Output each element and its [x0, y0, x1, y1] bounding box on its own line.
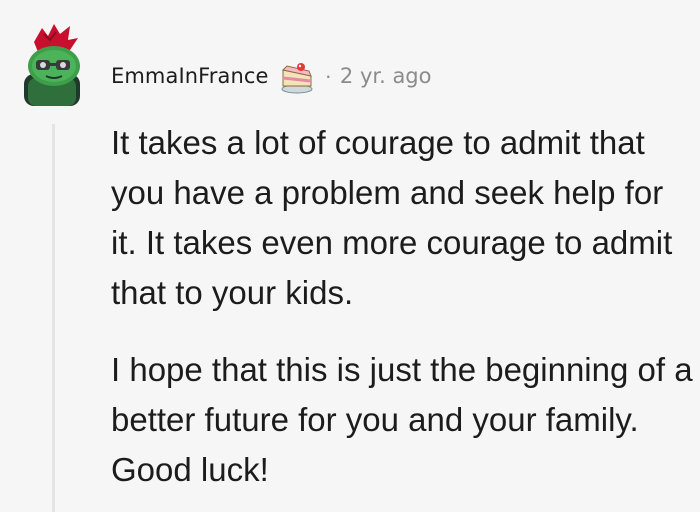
comment-paragraph: It takes a lot of courage to admit that …: [111, 124, 673, 311]
comment-body: It takes a lot of courage to admit that …: [111, 118, 696, 495]
username-link[interactable]: EmmaInFrance: [111, 64, 269, 88]
thread-line[interactable]: [52, 124, 55, 512]
comment-paragraph: I hope that this is just the beginning o…: [111, 351, 693, 488]
snoo-avatar-icon[interactable]: [20, 22, 88, 108]
cake-award-icon: [281, 63, 313, 94]
comment-meta: EmmaInFrance · 2 yr. ago: [111, 56, 432, 96]
comment: EmmaInFrance · 2 yr. ago It takes a lot …: [0, 0, 700, 512]
meta-separator: ·: [324, 63, 332, 88]
timestamp[interactable]: 2 yr. ago: [340, 64, 432, 88]
